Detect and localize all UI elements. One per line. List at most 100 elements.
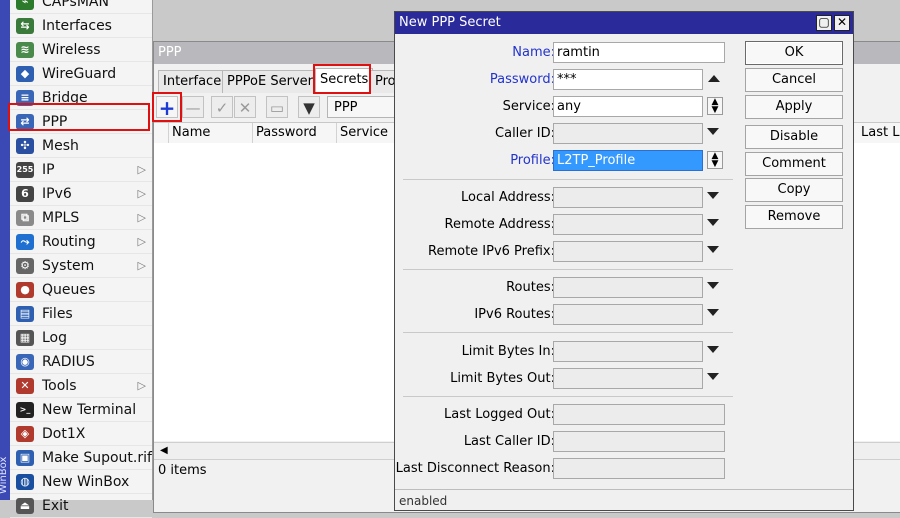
last-caller-id-label: Last Caller ID: — [463, 434, 555, 449]
ipv6-icon: 6 — [16, 186, 34, 202]
ipv6-routes-dropdown-icon[interactable] — [707, 309, 719, 316]
maximize-icon[interactable]: ▢ — [816, 15, 832, 31]
row-profile: Profile: L2TP_Profile ▲ ▼ — [395, 150, 735, 172]
sidebar-item-label: Mesh — [42, 138, 79, 154]
caller-id-input[interactable] — [553, 123, 703, 144]
disable-button[interactable]: ✕ — [234, 96, 256, 118]
limit-bytes-out-input[interactable] — [553, 368, 703, 389]
caller-id-dropdown-icon[interactable] — [707, 128, 719, 135]
separator — [403, 179, 733, 180]
routes-input[interactable] — [553, 277, 703, 298]
ok-button[interactable]: OK — [745, 41, 843, 65]
service-dropdown-icon[interactable]: ▲ ▼ — [707, 97, 723, 115]
name-input[interactable]: ramtin — [553, 42, 725, 63]
comment-button[interactable]: Comment — [745, 152, 843, 176]
sidebar-item-label: Routing — [42, 234, 96, 250]
profile-dropdown-icon[interactable]: ▲ ▼ — [707, 151, 723, 169]
remote-ipv6-prefix-input[interactable] — [553, 241, 703, 262]
sidebar-item-ipv6[interactable]: 6 IPv6 ▷ — [10, 182, 152, 206]
disable-button[interactable]: Disable — [745, 125, 843, 149]
sidebar-item-queues[interactable]: ● Queues — [10, 278, 152, 302]
dialog-status: enabled — [395, 489, 853, 511]
system-icon: ⚙ — [16, 258, 34, 274]
local-address-dropdown-icon[interactable] — [707, 192, 719, 199]
col-name[interactable]: Name — [169, 123, 253, 143]
remove-button[interactable]: — — [182, 96, 204, 118]
sidebar-item-exit[interactable]: ⏏ Exit — [10, 494, 152, 518]
row-ipv6-routes: IPv6 Routes: — [395, 304, 735, 326]
sidebar-item-label: Interfaces — [42, 18, 112, 34]
remote-ipv6-prefix-dropdown-icon[interactable] — [707, 246, 719, 253]
local-address-input[interactable] — [553, 187, 703, 208]
last-caller-id-value — [553, 431, 725, 452]
col-password[interactable]: Password — [253, 123, 337, 143]
remote-address-input[interactable] — [553, 214, 703, 235]
sidebar-item-label: CAPsMAN — [42, 0, 109, 10]
dialog-title: New PPP Secret — [395, 12, 853, 34]
sidebar-item-label: Exit — [42, 498, 69, 514]
close-icon[interactable]: ✕ — [834, 15, 850, 31]
ipv6-routes-input[interactable] — [553, 304, 703, 325]
sidebar-item-wireless[interactable]: ≋ Wireless — [10, 38, 152, 62]
sidebar-item-capsman[interactable]: ⌁ CAPsMAN — [10, 0, 152, 14]
sidebar-item-label: WireGuard — [42, 66, 117, 82]
comment-button[interactable]: ▭ — [266, 96, 288, 118]
remote-address-dropdown-icon[interactable] — [707, 219, 719, 226]
copy-button[interactable]: Copy — [745, 178, 843, 202]
col-spacer — [154, 123, 169, 143]
sidebar-item-files[interactable]: ▤ Files — [10, 302, 152, 326]
add-button-highlight — [152, 92, 182, 122]
enable-button[interactable]: ✓ — [211, 96, 233, 118]
remove-button[interactable]: Remove — [745, 205, 843, 229]
name-label: Name: — [512, 45, 555, 60]
sidebar-item-new-winbox[interactable]: ◍ New WinBox — [10, 470, 152, 494]
apply-button[interactable]: Apply — [745, 95, 843, 119]
sidebar-item-label: RADIUS — [42, 354, 95, 370]
log-icon: ▦ — [16, 330, 34, 346]
col-service[interactable]: Service — [337, 123, 397, 143]
filter-icon[interactable]: ▼ — [298, 96, 320, 118]
last-logged-out-label: Last Logged Out: — [443, 407, 555, 422]
new-ppp-secret-dialog: New PPP Secret ▢ ✕ Name: ramtin Password… — [394, 11, 854, 511]
sidebar-item-tools[interactable]: ✕ Tools ▷ — [10, 374, 152, 398]
cancel-button[interactable]: Cancel — [745, 68, 843, 92]
separator — [403, 396, 733, 397]
radius-icon: ◉ — [16, 354, 34, 370]
sidebar-item-mesh[interactable]: ✣ Mesh — [10, 134, 152, 158]
row-password: Password: *** — [395, 69, 735, 91]
wireless-icon: ≋ — [16, 42, 34, 58]
queues-icon: ● — [16, 282, 34, 298]
sidebar-item-label: IP — [42, 162, 55, 178]
caller-id-label: Caller ID: — [495, 126, 555, 141]
sidebar-item-label: New Terminal — [42, 402, 137, 418]
limit-bytes-out-dropdown-icon[interactable] — [707, 373, 719, 380]
sidebar-item-routing[interactable]: ⤳ Routing ▷ — [10, 230, 152, 254]
password-input[interactable]: *** — [553, 69, 703, 90]
winbox-brand-text: WinBox — [0, 456, 9, 494]
profile-select[interactable]: L2TP_Profile — [553, 150, 703, 171]
sidebar-item-label: MPLS — [42, 210, 80, 226]
limit-bytes-in-dropdown-icon[interactable] — [707, 346, 719, 353]
sidebar-item-ip[interactable]: 255 IP ▷ — [10, 158, 152, 182]
service-select[interactable]: any — [553, 96, 703, 117]
sidebar-item-make-supout-rif[interactable]: ▣ Make Supout.rif — [10, 446, 152, 470]
sidebar-item-new-terminal[interactable]: >_ New Terminal — [10, 398, 152, 422]
submenu-arrow-icon: ▷ — [137, 235, 146, 248]
submenu-arrow-icon: ▷ — [137, 259, 146, 272]
tab-pppoe-servers[interactable]: PPPoE Servers — [222, 70, 325, 93]
routes-dropdown-icon[interactable] — [707, 282, 719, 289]
sidebar-item-wireguard[interactable]: ◆ WireGuard — [10, 62, 152, 86]
limit-bytes-in-input[interactable] — [553, 341, 703, 362]
sidebar-item-interfaces[interactable]: ⇆ Interfaces — [10, 14, 152, 38]
sidebar-item-radius[interactable]: ◉ RADIUS — [10, 350, 152, 374]
col-last-logged-out[interactable]: Last Logged Out — [858, 123, 900, 143]
remote-ipv6-prefix-label: Remote IPv6 Prefix: — [428, 244, 555, 259]
sidebar-item-system[interactable]: ⚙ System ▷ — [10, 254, 152, 278]
tab-interface[interactable]: Interface — [158, 70, 227, 93]
sidebar-item-dot1x[interactable]: ◈ Dot1X — [10, 422, 152, 446]
side-menu: ⌁ CAPsMAN ⇆ Interfaces ≋ Wireless ◆ WireGuard ≡ B… — [10, 0, 153, 518]
scroll-left-icon[interactable]: ◀ — [160, 443, 168, 459]
sidebar-item-mpls[interactable]: ⧉ MPLS ▷ — [10, 206, 152, 230]
sidebar-item-log[interactable]: ▦ Log — [10, 326, 152, 350]
collapse-up-icon[interactable] — [708, 75, 720, 82]
